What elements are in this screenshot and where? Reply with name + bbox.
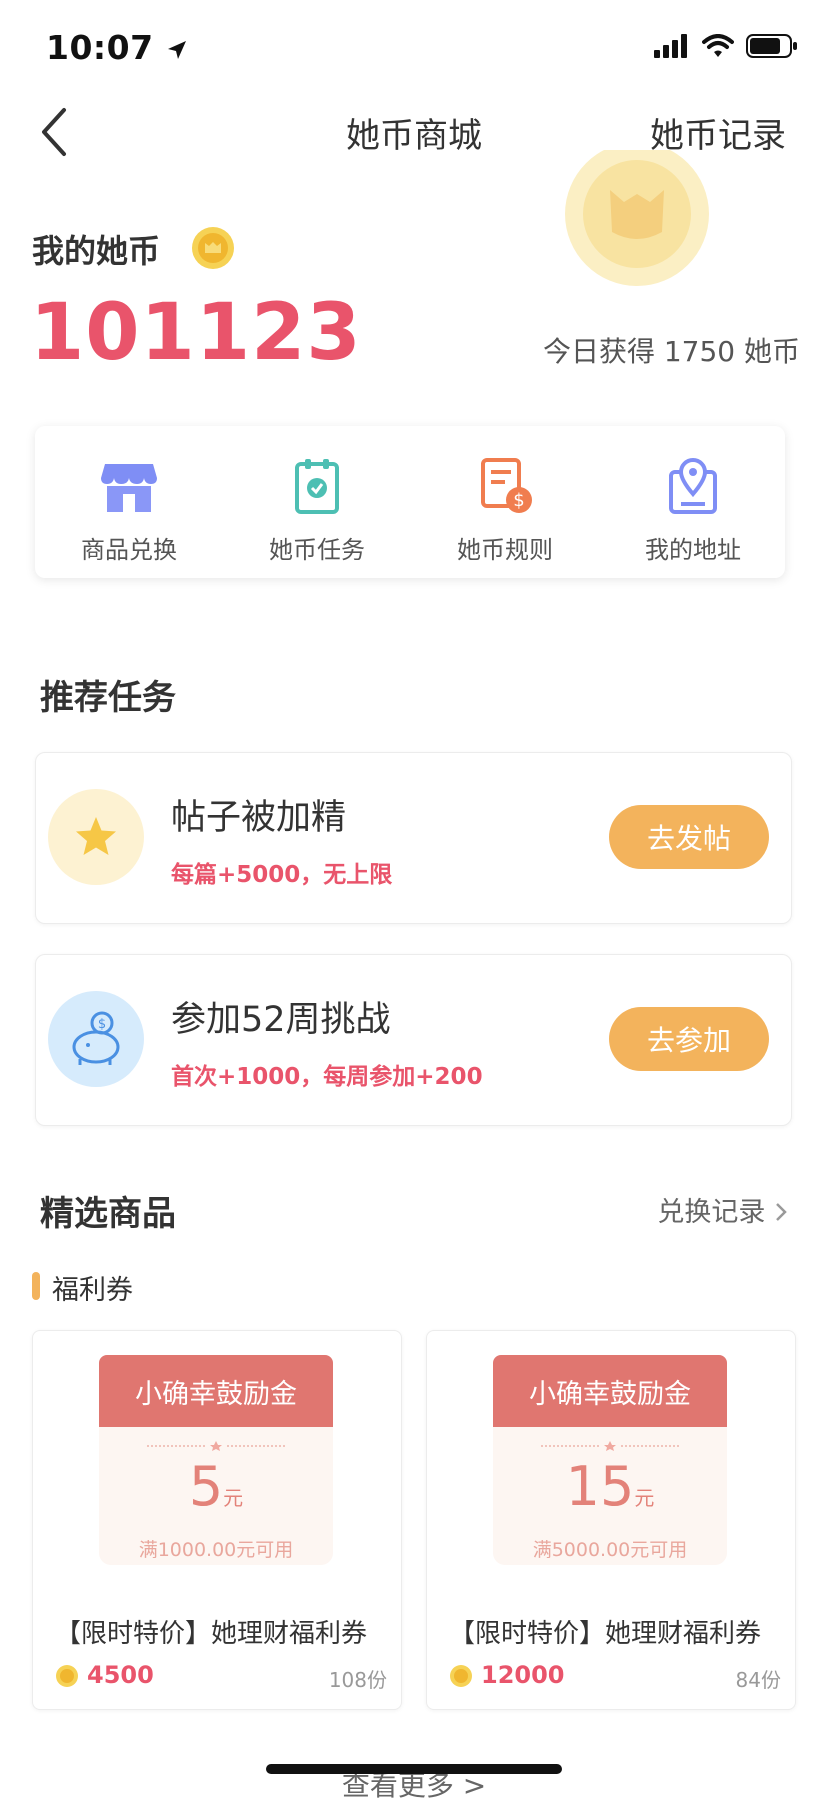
today-earned-text: 今日获得 1750 她币 (542, 335, 800, 368)
goods-stock: 84份 (735, 1668, 781, 1692)
go-join-button[interactable]: 去参加 (609, 1007, 769, 1071)
quick-actions-card: 商品兑换 她币任务 $ 她币规则 我的地址 (35, 426, 785, 578)
wifi-icon (702, 34, 734, 57)
location-arrow-icon (167, 41, 186, 59)
category-marker (32, 1272, 40, 1300)
go-post-button[interactable]: 去发帖 (609, 805, 769, 869)
task-title: 参加52周挑战 (171, 1000, 391, 1040)
quick-action-address[interactable]: 我的地址 (599, 426, 787, 578)
coin-icon (56, 1665, 78, 1687)
task-title: 帖子被加精 (171, 798, 347, 838)
coupon-deco (147, 1441, 285, 1451)
big-coin-icon (562, 150, 712, 290)
task-card: $ 参加52周挑战 首次+1000，每周参加+200 去参加 (35, 954, 792, 1126)
quick-action-exchange[interactable]: 商品兑换 (35, 426, 223, 578)
svg-text:$: $ (98, 1017, 106, 1032)
status-icons (654, 34, 798, 58)
task-desc: 首次+1000，每周参加+200 (171, 1064, 483, 1090)
svg-text:$: $ (513, 490, 524, 511)
featured-goods-title: 精选商品 (40, 1194, 176, 1234)
rules-doc-icon: $ (481, 458, 532, 513)
quick-action-label: 她币规则 (457, 536, 553, 564)
coupon-condition: 满5000.00元可用 (532, 1539, 688, 1561)
location-icon (669, 458, 717, 514)
quick-action-label: 我的地址 (645, 536, 741, 564)
star-icon (48, 789, 144, 885)
quick-action-label: 商品兑换 (81, 536, 177, 564)
coin-icon (450, 1665, 472, 1687)
category-label: 福利券 (52, 1275, 133, 1306)
goods-card[interactable]: 小确幸鼓励金 15元 满5000.00元可用 【限时特价】她理财福利券 1200… (426, 1330, 796, 1710)
signal-icon (654, 34, 687, 58)
recommended-tasks-title: 推荐任务 (40, 678, 176, 718)
balance-amount: 101123 (30, 288, 362, 378)
coin-icon (192, 227, 234, 269)
coupon-deco (541, 1441, 679, 1451)
goods-name: 【限时特价】她理财福利券 (449, 1619, 762, 1649)
coupon-condition: 满1000.00元可用 (138, 1539, 294, 1561)
goods-name: 【限时特价】她理财福利券 (55, 1619, 368, 1649)
task-clipboard-icon (295, 459, 339, 514)
goods-price: 4500 (87, 1661, 154, 1689)
store-icon (101, 464, 157, 512)
coupon-title: 小确幸鼓励金 (99, 1355, 333, 1427)
coupon-unit: 元 (634, 1486, 655, 1510)
task-card: 帖子被加精 每篇+5000，无上限 去发帖 (35, 752, 792, 924)
task-desc: 每篇+5000，无上限 (171, 862, 393, 888)
quick-action-label: 她币任务 (269, 536, 365, 564)
piggy-bank-icon: $ (48, 991, 144, 1087)
balance-label: 我的她币 (32, 232, 161, 270)
quick-action-tasks[interactable]: 她币任务 (223, 426, 411, 578)
goods-card[interactable]: 小确幸鼓励金 5元 满1000.00元可用 【限时特价】她理财福利券 4500 … (32, 1330, 402, 1710)
status-time: 10:07 (46, 28, 188, 67)
coupon-amount: 15 (565, 1455, 635, 1518)
home-indicator[interactable] (266, 1764, 562, 1774)
coupon-image: 小确幸鼓励金 5元 满1000.00元可用 (99, 1355, 333, 1565)
battery-icon (746, 34, 797, 58)
goods-stock: 108份 (328, 1668, 387, 1692)
coupon-image: 小确幸鼓励金 15元 满5000.00元可用 (493, 1355, 727, 1565)
coupon-amount: 5 (188, 1455, 224, 1518)
coupon-title: 小确幸鼓励金 (493, 1355, 727, 1427)
goods-price: 12000 (481, 1661, 565, 1689)
coupon-unit: 元 (223, 1486, 244, 1510)
exchange-records-link[interactable]: 兑换记录 (657, 1190, 788, 1229)
quick-action-rules[interactable]: $ 她币规则 (411, 426, 599, 578)
chevron-right-icon (776, 1203, 787, 1221)
